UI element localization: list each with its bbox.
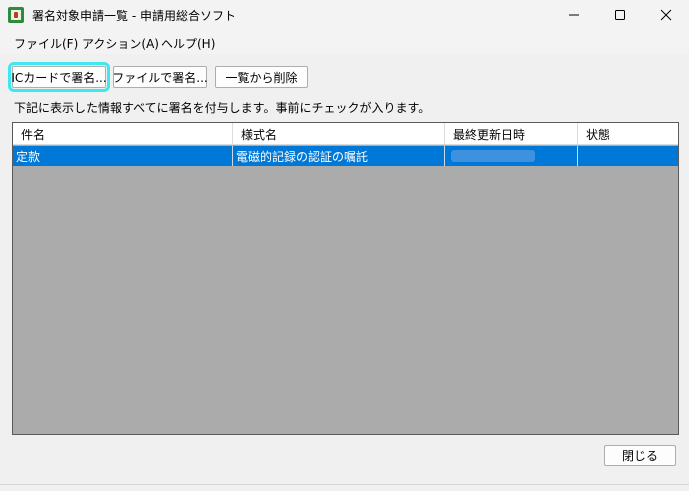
status-divider (0, 484, 689, 485)
menu-action[interactable]: アクション(A) (82, 35, 159, 52)
info-text: 下記に表示した情報すべてに署名を付与します。事前にチェックが入ります。 (14, 101, 431, 115)
minimize-button[interactable] (551, 0, 597, 30)
maximize-button[interactable] (597, 0, 643, 30)
menu-bar: ファイル(F) アクション(A) ヘルプ(H) (0, 30, 689, 54)
maximize-icon (615, 10, 625, 20)
cell-updated (445, 146, 578, 166)
close-window-button[interactable] (643, 0, 689, 30)
title-bar: 署名対象申請一覧 - 申請用総合ソフト (0, 0, 689, 30)
remove-from-list-button[interactable]: 一覧から削除 (215, 66, 308, 88)
menu-help[interactable]: ヘルプ(H) (161, 35, 215, 52)
file-sign-button[interactable]: ファイルで署名... (112, 66, 208, 88)
close-icon (660, 9, 672, 21)
column-header-form[interactable]: 様式名 (233, 123, 445, 145)
table-row[interactable]: 定款 電磁的記録の認証の嘱託 (13, 146, 678, 166)
cell-subject: 定款 (13, 146, 233, 166)
app-icon (8, 7, 24, 23)
column-header-subject[interactable]: 件名 (13, 123, 233, 145)
column-header-status[interactable]: 状態 (578, 123, 678, 145)
cell-form: 電磁的記録の認証の嘱託 (233, 146, 445, 166)
ic-card-sign-button[interactable]: ICカードで署名... (8, 62, 110, 92)
application-table: 件名 様式名 最終更新日時 状態 定款 電磁的記録の認証の嘱託 (12, 122, 679, 435)
table-header: 件名 様式名 最終更新日時 状態 (13, 123, 678, 145)
column-header-updated[interactable]: 最終更新日時 (445, 123, 578, 145)
redacted-timestamp (451, 150, 535, 162)
minimize-icon (569, 14, 579, 16)
menu-file[interactable]: ファイル(F) (14, 35, 78, 52)
cell-status (578, 146, 678, 166)
window-title: 署名対象申請一覧 - 申請用総合ソフト (32, 9, 236, 23)
close-button[interactable]: 閉じる (604, 445, 676, 466)
